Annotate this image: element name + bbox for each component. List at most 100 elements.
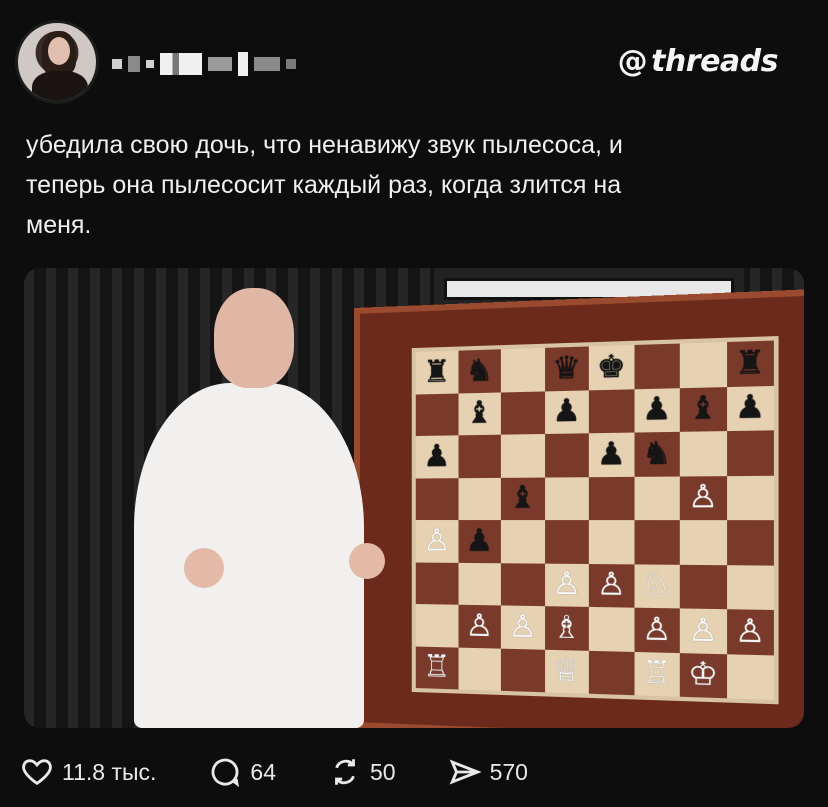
board-square <box>726 430 774 476</box>
board-square: ♛ <box>544 346 589 391</box>
board-square <box>500 347 545 392</box>
board-square: ♝ <box>458 391 501 436</box>
share-button[interactable]: 570 <box>448 755 528 789</box>
board-square: ♔ <box>679 652 727 699</box>
username-pixelated[interactable] <box>112 52 296 76</box>
white-piece-icon: ♙ <box>596 567 626 603</box>
pixel-block <box>286 59 296 69</box>
board-square: ♝ <box>500 477 545 521</box>
pixel-block <box>238 52 248 76</box>
board-square <box>633 520 680 565</box>
board-square: ♗ <box>544 606 589 651</box>
person-head <box>214 288 294 388</box>
board-square <box>588 476 634 521</box>
black-piece-icon: ♟ <box>734 389 766 426</box>
board-square: ♟ <box>588 432 634 477</box>
board-square <box>500 390 545 435</box>
board-square: ♜ <box>726 340 774 387</box>
board-square: ♝ <box>679 386 727 432</box>
board-square <box>415 477 459 521</box>
board-square <box>726 564 774 610</box>
like-button[interactable]: 11.8 тыс. <box>20 755 156 789</box>
board-square: ♟ <box>415 435 459 479</box>
white-piece-icon: ♙ <box>641 611 672 648</box>
repost-count: 50 <box>370 758 396 785</box>
repost-icon <box>328 755 362 789</box>
board-square: ♙ <box>726 609 774 655</box>
white-piece-icon: ♙ <box>552 567 582 602</box>
comment-button[interactable]: 64 <box>208 755 276 789</box>
board-square <box>544 476 589 521</box>
repost-button[interactable]: 50 <box>328 755 396 789</box>
white-piece-icon: ♙ <box>687 612 719 649</box>
comment-count: 64 <box>250 758 276 785</box>
board-square <box>458 434 501 478</box>
board-square <box>415 604 459 648</box>
pixel-block <box>254 57 280 71</box>
person-hand-left <box>184 548 224 588</box>
avatar[interactable] <box>15 20 99 104</box>
pixel-block <box>160 53 202 75</box>
board-square <box>458 477 501 521</box>
board-square <box>679 342 727 388</box>
chessboard: ♜ ♞ ♛ ♚ ♜ ♝ ♟ ♟ ♝ ♟ ♟ ♟ ♞ ♝ ♙ ♙ ♟ ♙ ♙ ♘ ♙ ♙ ♗ ♙ ♙ ♙ ♖ ♕ ♖ ♔ <box>411 336 779 705</box>
board-square <box>500 648 545 693</box>
board-square <box>544 520 589 564</box>
pixel-block <box>128 56 140 72</box>
share-count: 570 <box>489 758 528 785</box>
board-square <box>726 520 774 566</box>
post-text-line-3: меня. <box>26 211 92 239</box>
white-piece-icon: ♗ <box>552 610 582 646</box>
board-square <box>458 647 501 691</box>
board-square: ♞ <box>633 431 680 477</box>
board-square: ♙ <box>544 563 589 607</box>
person <box>94 288 414 728</box>
black-piece-icon: ♝ <box>687 390 719 427</box>
black-piece-icon: ♜ <box>734 344 766 382</box>
pixel-block <box>146 60 154 68</box>
board-square: ♙ <box>458 604 501 649</box>
post-text-line-1: убедила свою дочь, что ненавижу звук пыл… <box>26 131 623 159</box>
post-header: @ threads <box>0 0 828 120</box>
board-square <box>500 520 545 564</box>
white-piece-icon: ♙ <box>423 523 451 558</box>
heart-icon <box>20 755 54 789</box>
black-piece-icon: ♚ <box>596 349 626 385</box>
post-actions: 11.8 тыс. 64 50 570 <box>20 752 528 792</box>
white-piece-icon: ♙ <box>465 608 494 644</box>
comment-icon <box>208 755 242 789</box>
black-piece-icon: ♟ <box>465 523 494 558</box>
board-square: ♟ <box>633 387 680 433</box>
black-piece-icon: ♟ <box>423 439 451 474</box>
board-square <box>679 564 727 610</box>
board-square: ♙ <box>588 563 634 608</box>
pixel-block <box>112 59 122 69</box>
board-square <box>415 393 459 437</box>
black-piece-icon: ♟ <box>641 391 672 428</box>
brand-name: threads <box>651 44 778 79</box>
board-square <box>588 606 634 652</box>
white-piece-icon: ♙ <box>734 613 766 650</box>
board-square <box>726 475 774 521</box>
board-square: ♙ <box>633 607 680 653</box>
board-square: ♙ <box>679 608 727 654</box>
white-piece-icon: ♖ <box>423 650 451 685</box>
board-square: ♙ <box>679 475 727 521</box>
board-square: ♟ <box>458 520 501 563</box>
send-icon <box>448 755 482 789</box>
white-piece-icon: ♙ <box>687 479 719 516</box>
avatar-face <box>48 37 70 65</box>
person-shirt <box>134 383 364 728</box>
board-square: ♚ <box>588 345 634 390</box>
board-square: ♜ <box>415 350 459 395</box>
board-square <box>588 388 634 434</box>
black-piece-icon: ♝ <box>465 396 494 431</box>
pixel-block <box>208 57 232 71</box>
board-square: ♘ <box>633 563 680 609</box>
post-image[interactable]: ♜ ♞ ♛ ♚ ♜ ♝ ♟ ♟ ♝ ♟ ♟ ♟ ♞ ♝ ♙ ♙ ♟ ♙ ♙ ♘ ♙ ♙ ♗ ♙ ♙ ♙ ♖ ♕ ♖ ♔ <box>24 268 804 728</box>
white-piece-icon: ♙ <box>508 609 537 645</box>
white-piece-icon: ♖ <box>641 655 672 692</box>
black-piece-icon: ♞ <box>465 353 494 388</box>
white-piece-icon: ♕ <box>552 653 582 689</box>
post-text: убедила свою дочь, что ненавижу звук пыл… <box>26 125 806 245</box>
